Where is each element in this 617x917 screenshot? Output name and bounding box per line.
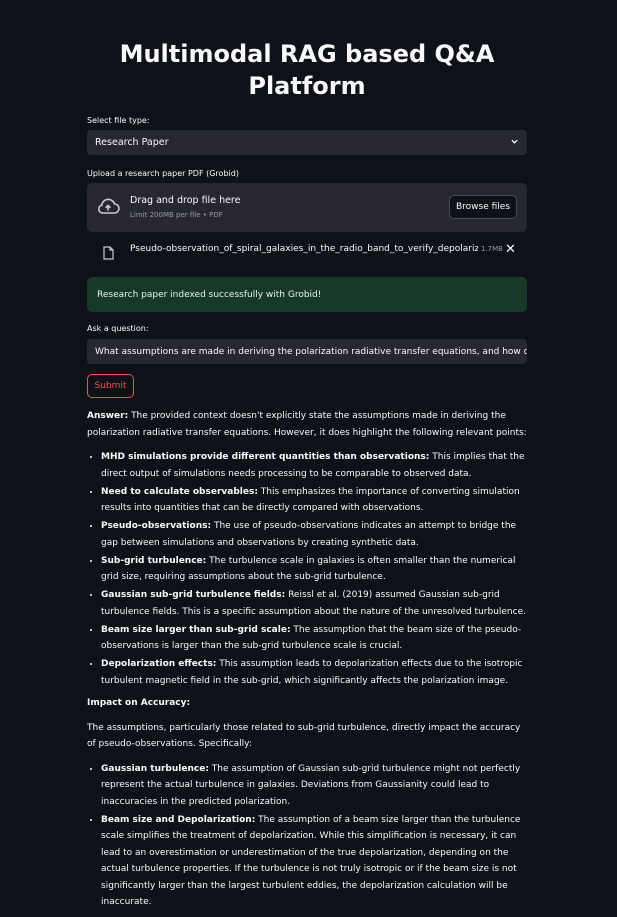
list-item: Need to calculate observables: This emph…	[101, 484, 527, 517]
point-title: Gaussian turbulence:	[101, 763, 209, 774]
file-icon	[103, 245, 114, 264]
submit-button[interactable]: Submit	[87, 374, 134, 398]
success-alert: Research paper indexed successfully with…	[87, 277, 527, 312]
answer-intro: Answer: The provided context doesn't exp…	[87, 408, 527, 441]
point-title: Beam size larger than sub-grid scale:	[101, 624, 291, 635]
dropzone-title: Drag and drop file here	[130, 195, 241, 206]
chevron-down-icon	[510, 137, 519, 149]
remove-file-icon[interactable]: ✕	[505, 242, 516, 257]
dropzone-limit: Limit 200MB per file • PDF	[130, 211, 223, 219]
browse-files-button[interactable]: Browse files	[449, 195, 517, 219]
page-title: Multimodal RAG based Q&A Platform	[119, 40, 495, 100]
list-item: Pseudo-observations: The use of pseudo-o…	[101, 518, 527, 551]
answer-block: Answer: The provided context doesn't exp…	[87, 408, 527, 917]
point-title: Beam size and Depolarization:	[101, 814, 256, 825]
answer-intro-text: The provided context doesn't explicitly …	[87, 411, 527, 438]
file-type-label: Select file type:	[87, 116, 150, 125]
point-title: Depolarization effects:	[101, 659, 217, 669]
uploaded-file-size: 1.7MB	[481, 245, 503, 253]
impact-heading: Impact on Accuracy:	[87, 695, 527, 712]
answer-label: Answer:	[87, 411, 129, 421]
list-item: Gaussian turbulence: The assumption of G…	[101, 761, 527, 811]
upload-label: Upload a research paper PDF (Grobid)	[87, 169, 239, 178]
question-input[interactable]: What assumptions are made in deriving th…	[87, 339, 527, 364]
point-title: Gaussian sub-grid turbulence fields:	[101, 590, 286, 600]
point-title: MHD simulations provide different quanti…	[101, 452, 430, 462]
file-type-select[interactable]: Research Paper	[87, 130, 527, 155]
uploaded-file-row: Pseudo-observation_of_spiral_galaxies_in…	[87, 240, 527, 264]
list-item: Beam size and Depolarization: The assump…	[101, 812, 527, 911]
point-title: Sub-grid turbulence:	[101, 555, 207, 566]
file-dropzone[interactable]: Drag and drop file here Limit 200MB per …	[87, 183, 527, 232]
uploaded-file-name: Pseudo-observation_of_spiral_galaxies_in…	[130, 244, 478, 254]
success-message: Research paper indexed successfully with…	[97, 289, 322, 300]
list-item: Beam size larger than sub-grid scale: Th…	[101, 622, 527, 655]
list-item: MHD simulations provide different quanti…	[101, 449, 527, 482]
file-type-value: Research Paper	[95, 137, 169, 148]
cloud-upload-icon	[96, 197, 120, 219]
question-label: Ask a question:	[87, 324, 149, 333]
impact-intro: The assumptions, particularly those rela…	[87, 722, 521, 750]
answer-points-list: MHD simulations provide different quanti…	[87, 449, 527, 689]
impact-heading-text: Impact on Accuracy:	[87, 698, 191, 708]
list-item: Gaussian sub-grid turbulence fields: Rei…	[101, 587, 527, 620]
impact-points-list: Gaussian turbulence: The assumption of G…	[87, 761, 527, 911]
point-title: Pseudo-observations:	[101, 521, 212, 531]
list-item: Depolarization effects: This assumption …	[101, 656, 527, 689]
list-item: Sub-grid turbulence: The turbulence scal…	[101, 553, 527, 586]
point-text: The assumption of a beam size larger tha…	[101, 814, 521, 908]
point-title: Need to calculate observables:	[101, 486, 258, 497]
